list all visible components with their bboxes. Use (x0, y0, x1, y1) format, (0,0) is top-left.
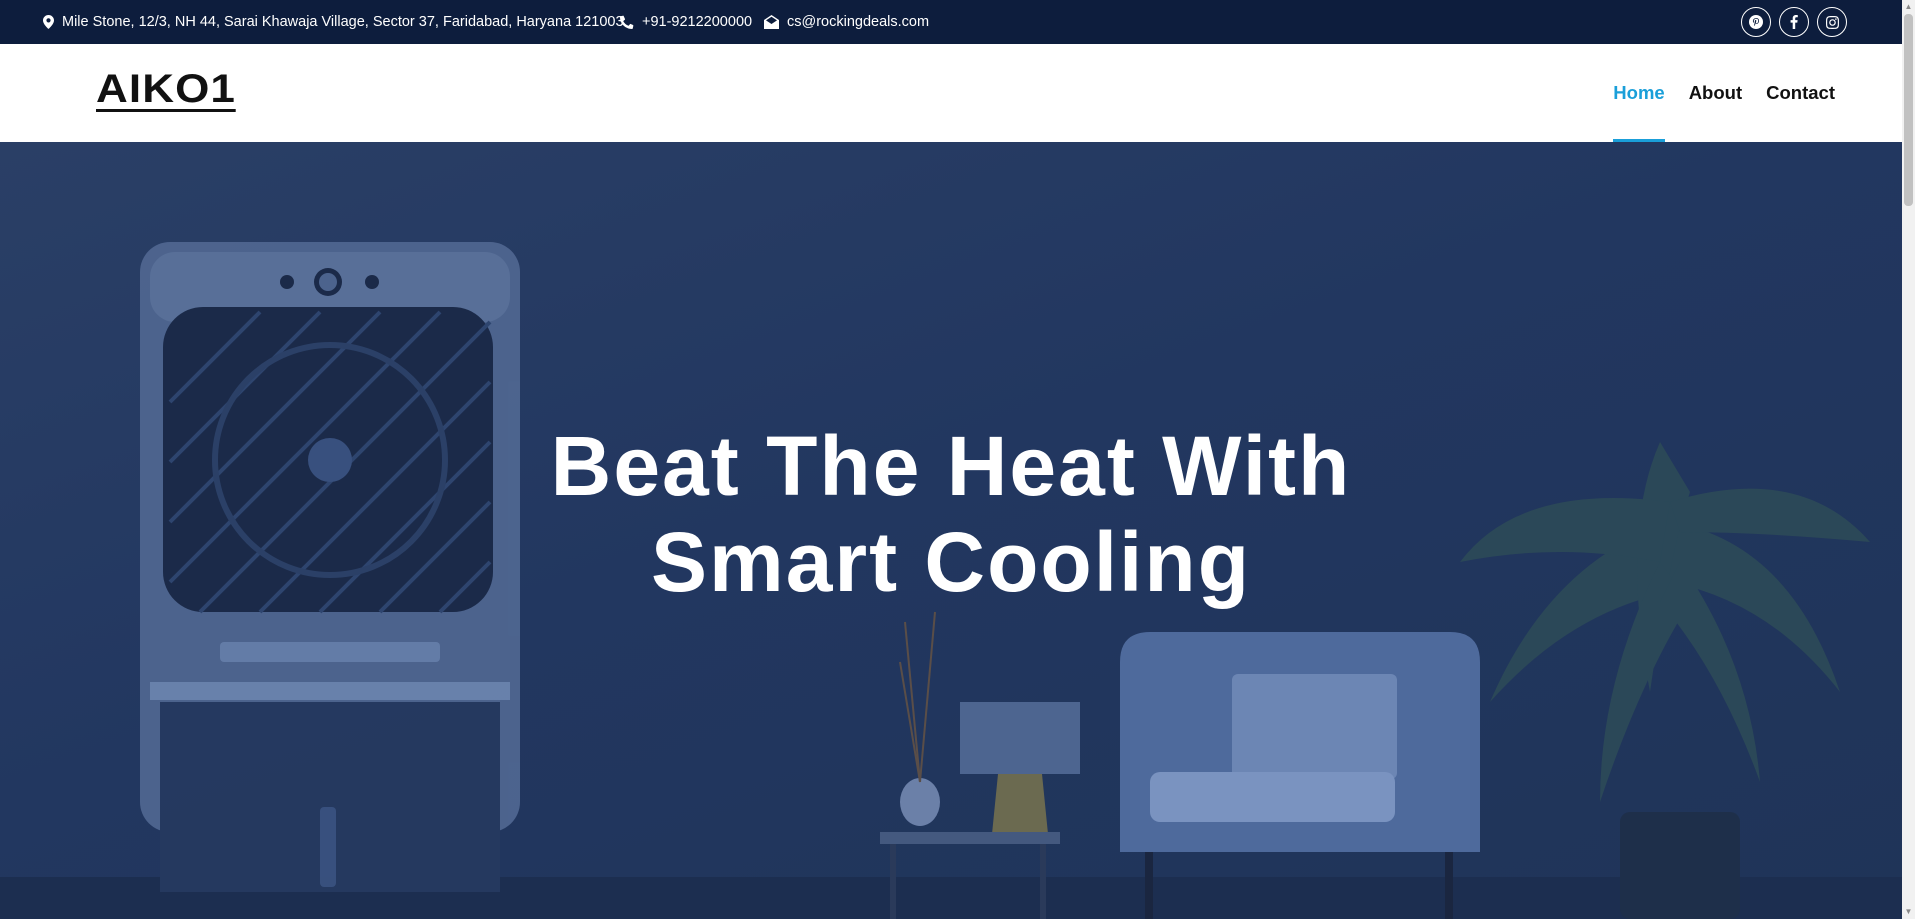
side-table-lamp-image (880, 611, 1080, 919)
email-text[interactable]: cs@rockingdeals.com (787, 14, 929, 30)
envelope-open-icon (764, 15, 779, 29)
nav-about[interactable]: About (1677, 44, 1754, 142)
phone-icon (620, 15, 634, 29)
phone-info[interactable]: +91-9212200000 (620, 0, 752, 44)
address-info: Mile Stone, 12/3, NH 44, Sarai Khawaja V… (43, 0, 624, 44)
top-info-bar: Mile Stone, 12/3, NH 44, Sarai Khawaja V… (0, 0, 1902, 44)
site-header: AIKO1 Home About Contact (0, 44, 1902, 142)
pinterest-icon (1749, 15, 1763, 29)
hero-banner: Beat The Heat With Smart Cooling (0, 142, 1902, 919)
main-nav: Home About Contact (1601, 44, 1847, 142)
facebook-link[interactable] (1779, 7, 1809, 37)
facebook-icon (1790, 15, 1798, 29)
page-scrollbar[interactable]: ▲ ▼ (1902, 0, 1915, 919)
armchair-image (1120, 632, 1480, 919)
location-pin-icon (43, 15, 54, 29)
pinterest-link[interactable] (1741, 7, 1771, 37)
hero-title-line-2: Smart Cooling (650, 515, 1251, 609)
scroll-down-arrow-icon[interactable]: ▼ (1904, 907, 1913, 917)
scroll-thumb[interactable] (1904, 14, 1913, 206)
address-text: Mile Stone, 12/3, NH 44, Sarai Khawaja V… (62, 14, 624, 30)
phone-text[interactable]: +91-9212200000 (642, 14, 752, 30)
scroll-up-arrow-icon[interactable]: ▲ (1904, 2, 1913, 12)
site-logo[interactable]: AIKO1 (96, 69, 236, 112)
hero-title-line-1: Beat The Heat With (550, 419, 1352, 513)
hero-heading: Beat The Heat With Smart Cooling (0, 418, 1902, 610)
social-links (1741, 7, 1847, 37)
email-info[interactable]: cs@rockingdeals.com (764, 0, 929, 44)
instagram-link[interactable] (1817, 7, 1847, 37)
nav-contact[interactable]: Contact (1754, 44, 1847, 142)
instagram-icon (1825, 15, 1839, 29)
nav-home[interactable]: Home (1601, 44, 1676, 142)
